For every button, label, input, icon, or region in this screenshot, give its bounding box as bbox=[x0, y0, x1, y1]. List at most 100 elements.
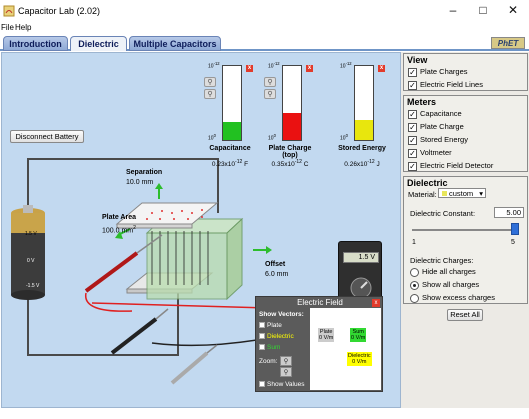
battery-mid-voltage: 0 V bbox=[27, 258, 35, 264]
checkbox-icon bbox=[259, 333, 265, 339]
meters-title: Meters bbox=[407, 97, 437, 107]
sum-vector-toggle[interactable]: Sum bbox=[259, 344, 280, 351]
hide-all-charges-radio[interactable]: Hide all charges bbox=[404, 266, 527, 279]
dielectric-vector-value: Dielectric 0 V/m bbox=[347, 352, 372, 366]
radio-icon bbox=[410, 268, 419, 277]
sim-play-area: 1.5 V 0 V -1.5 V Disconnect Battery Sepa… bbox=[1, 52, 401, 408]
show-values-toggle[interactable]: Show Values bbox=[259, 381, 304, 388]
show-all-charges-radio[interactable]: Show all charges bbox=[404, 279, 527, 292]
plate-charge-checkbox[interactable]: ✓ Plate Charge bbox=[404, 121, 527, 134]
check-icon: ✓ bbox=[408, 136, 417, 145]
check-icon: ✓ bbox=[408, 68, 417, 77]
close-icon[interactable]: x bbox=[372, 299, 380, 307]
capacitance-value: 0.23x10-12 F bbox=[211, 159, 249, 169]
minimize-icon[interactable]: – bbox=[442, 2, 464, 18]
offset-drag-handle[interactable] bbox=[253, 246, 272, 254]
plate-vector-toggle[interactable]: Plate bbox=[259, 322, 282, 329]
dielectric-constant-input[interactable]: 5.00 bbox=[494, 207, 524, 218]
efield-detector-checkbox[interactable]: ✓ Electric Field Detector bbox=[404, 160, 527, 173]
field-lines-checkbox[interactable]: ✓ Electric Field Lines bbox=[404, 79, 527, 92]
radio-selected-icon bbox=[410, 281, 419, 290]
check-icon: ✓ bbox=[408, 123, 417, 132]
plate-vector-value: Plate 0 V/m bbox=[318, 328, 335, 342]
checkbox-icon bbox=[259, 322, 265, 328]
menu-help[interactable]: Help bbox=[15, 23, 31, 32]
control-panel: View ✓ Plate Charges ✓ Electric Field Line… bbox=[401, 52, 529, 408]
show-excess-charges-radio[interactable]: Show excess charges bbox=[404, 292, 527, 305]
plate-area-label: Plate Area bbox=[102, 214, 136, 221]
zoom-in-icon[interactable]: ⚲ bbox=[204, 77, 216, 87]
zoom-out-icon[interactable]: ⚲ bbox=[204, 89, 216, 99]
material-select[interactable]: custom ▾ bbox=[438, 188, 486, 198]
battery-bottom-voltage: -1.5 V bbox=[26, 283, 40, 289]
close-icon[interactable]: x bbox=[306, 65, 313, 72]
dielectric-constant-label: Dielectric Constant: bbox=[410, 209, 476, 218]
plate-charges-checkbox[interactable]: ✓ Plate Charges bbox=[404, 66, 527, 79]
separation-value: 10.0 mm bbox=[126, 179, 154, 186]
charges-options: Hide all charges Show all charges Show e… bbox=[404, 266, 527, 305]
tab-bar: Introduction Dielectric Multiple Capacit… bbox=[0, 34, 529, 51]
maximize-icon[interactable]: □ bbox=[472, 2, 494, 18]
material-swatch bbox=[442, 191, 447, 196]
electric-field-detector[interactable]: Electric Field x Show Vectors: Plate Die… bbox=[255, 296, 383, 392]
stored-energy-meter: 10-12 100 x Stored Energy 0.26x10-12 J bbox=[332, 61, 392, 183]
zoom-in-icon[interactable]: ⚲ bbox=[264, 77, 276, 87]
dielectric-slider-thumb[interactable] bbox=[511, 223, 519, 235]
plate-charge-fill bbox=[283, 113, 301, 140]
dielectric-charges-label: Dielectric Charges: bbox=[410, 256, 474, 265]
tab-introduction[interactable]: Introduction bbox=[3, 36, 68, 51]
checkbox-icon bbox=[259, 381, 265, 387]
efield-vector-display: Plate 0 V/m Sum 0 V/m Dielectric 0 V/m bbox=[310, 308, 381, 390]
dielectric-group: Dielectric Material: custom ▾ Dielectric… bbox=[403, 176, 528, 304]
offset-value: 6.0 mm bbox=[265, 271, 289, 278]
tab-dielectric[interactable]: Dielectric bbox=[70, 36, 127, 51]
disconnect-battery-button[interactable]: Disconnect Battery bbox=[10, 130, 84, 143]
reset-all-button[interactable]: Reset All bbox=[447, 309, 483, 321]
chevron-down-icon: ▾ bbox=[479, 189, 483, 198]
stored-energy-checkbox[interactable]: ✓ Stored Energy bbox=[404, 134, 527, 147]
zoom-out-icon[interactable]: ⚲ bbox=[280, 367, 292, 377]
stored-energy-label: Stored Energy bbox=[338, 145, 386, 152]
zoom-label: Zoom: bbox=[259, 358, 278, 365]
zoom-in-icon[interactable]: ⚲ bbox=[280, 356, 292, 366]
close-icon[interactable]: ✕ bbox=[502, 2, 524, 18]
voltmeter-reading: 1.5 V bbox=[343, 252, 379, 263]
menu-file[interactable]: File bbox=[1, 23, 14, 32]
dielectric-vector-toggle[interactable]: Dielectric bbox=[259, 333, 294, 340]
capacitance-fill bbox=[223, 122, 241, 140]
sum-vector-value: Sum 0 V/m bbox=[350, 328, 367, 342]
dielectric-slider-track[interactable] bbox=[412, 229, 515, 231]
check-icon: ✓ bbox=[408, 81, 417, 90]
check-icon: ✓ bbox=[408, 162, 417, 171]
zoom-out-icon[interactable]: ⚲ bbox=[264, 89, 276, 99]
separation-label: Separation bbox=[126, 169, 163, 176]
plate-charge-value: 0.35x10-12 C bbox=[271, 159, 309, 169]
tab-multiple-capacitors[interactable]: Multiple Capacitors bbox=[129, 36, 221, 51]
slider-min-label: 1 bbox=[412, 239, 416, 246]
separation-drag-handle[interactable] bbox=[155, 183, 163, 199]
stored-energy-bar bbox=[354, 65, 374, 141]
menu-bar: File Help bbox=[0, 22, 529, 34]
efield-title: Electric Field bbox=[297, 298, 343, 307]
java-app-icon bbox=[3, 5, 15, 17]
plate-charge-bar bbox=[282, 65, 302, 141]
capacitance-checkbox[interactable]: ✓ Capacitance bbox=[404, 108, 527, 121]
show-vectors-label: Show Vectors: bbox=[259, 311, 304, 318]
plate-charge-label: Plate Charge (top) bbox=[268, 145, 312, 159]
capacitance-label: Capacitance bbox=[209, 145, 251, 152]
capacitance-meter: 10-12 100 x ⚲ ⚲ Capacitance 0.23x10-12 F bbox=[200, 61, 260, 183]
plate-charge-meter: 10-12 100 x ⚲ ⚲ Plate Charge (top) 0.35x… bbox=[260, 61, 320, 183]
checkbox-icon bbox=[259, 344, 265, 350]
capacitance-bar bbox=[222, 65, 242, 141]
window-titlebar: Capacitor Lab (2.02) – □ ✕ bbox=[0, 0, 529, 22]
close-icon[interactable]: x bbox=[246, 65, 253, 72]
stored-energy-value: 0.26x10-12 J bbox=[344, 159, 380, 169]
voltmeter-checkbox[interactable]: ✓ Voltmeter bbox=[404, 147, 527, 160]
stored-energy-fill bbox=[355, 120, 373, 140]
view-group: View ✓ Plate Charges ✓ Electric Field Line… bbox=[403, 53, 528, 91]
view-title: View bbox=[407, 55, 428, 65]
close-icon[interactable]: x bbox=[378, 65, 385, 72]
phet-logo: PhET bbox=[491, 37, 525, 49]
radio-icon bbox=[410, 294, 419, 303]
slider-max-label: 5 bbox=[511, 239, 515, 246]
